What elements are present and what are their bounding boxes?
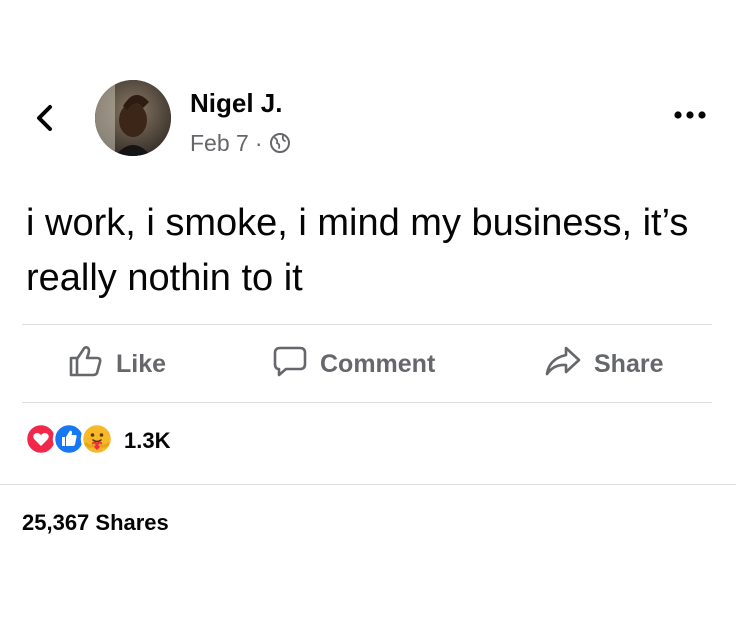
globe-icon: [269, 132, 291, 154]
author-name[interactable]: Nigel J.: [190, 88, 282, 118]
like-reaction-icon: [52, 422, 86, 461]
divider-top: [22, 324, 712, 325]
back-button[interactable]: [26, 100, 62, 140]
like-label: Like: [116, 349, 167, 378]
post-meta: Feb 7 ·: [190, 130, 291, 156]
comment-button[interactable]: Comment: [272, 344, 435, 384]
divider-bottom: [0, 484, 736, 485]
comment-icon: [272, 344, 320, 385]
share-button[interactable]: Share: [544, 344, 663, 384]
comment-label: Comment: [320, 349, 436, 378]
thumbs-up-icon: [68, 344, 116, 385]
shares-count[interactable]: 25,367 Shares: [22, 510, 169, 536]
divider-middle: [22, 402, 712, 403]
reaction-count: 1.3K: [124, 428, 171, 453]
ellipsis-icon: [672, 107, 708, 125]
chevron-left-icon: [34, 103, 54, 138]
avatar[interactable]: [95, 80, 171, 156]
like-button[interactable]: Like: [68, 344, 166, 384]
share-label: Share: [594, 349, 664, 378]
love-reaction-icon: [24, 422, 58, 461]
meta-separator: ·: [254, 129, 263, 156]
more-options-button[interactable]: [668, 104, 712, 128]
post-date[interactable]: Feb 7: [190, 130, 249, 157]
post-text: i work, i smoke, i mind my business, it’…: [26, 202, 689, 299]
care-reaction-icon: [80, 422, 114, 461]
share-arrow-icon: [544, 344, 594, 385]
reactions-summary[interactable]: 1.3K: [24, 422, 171, 461]
